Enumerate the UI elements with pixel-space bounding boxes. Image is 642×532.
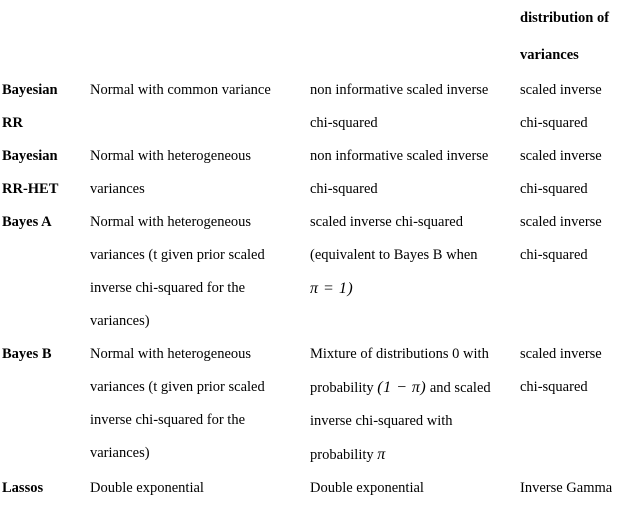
cell-variance-distribution: Inverse Gamma [520,472,635,505]
cell-prior-distribution: non informative scaled inverse chi-squar… [310,140,520,206]
cell-line: variances (t given prior scaled [90,379,265,395]
probability-label: probability [310,380,374,396]
cell-line: Normal with heterogeneous [90,346,252,362]
table-row-lassos: Lassos Double exponential Double exponen… [2,472,635,505]
cell-line: inverse chi-squared for the [90,280,246,296]
cell-line: Mixture of distributions 0 with [310,346,489,362]
table-page: distribution of variances Bayesian RR No… [0,0,642,532]
cell-line: variances) [90,445,150,461]
cell-line: chi-squared [520,247,588,263]
cell-line: Double exponential [90,480,204,496]
cell-line: scaled inverse chi-squared [310,214,463,230]
cell-line: chi-squared [520,115,588,131]
row-label-line: Bayesian [2,148,58,164]
row-label-bayesian-rr-het: Bayesian RR-HET [2,140,90,206]
header-line-2: variances [520,47,579,63]
row-label-lassos: Lassos [2,472,90,505]
cell-variance-distribution: scaled inverse chi-squared [520,338,635,472]
header-cell-variance-distribution: distribution of variances [520,0,635,74]
math-pi: π [377,446,386,463]
cell-line: non informative scaled inverse [310,148,489,164]
and-scaled-label: and scaled [429,380,491,396]
cell-line: chi-squared [520,379,588,395]
table-row-bayes-a: Bayes A Normal with heterogeneous varian… [2,206,635,338]
cell-line: chi-squared [310,181,378,197]
cell-line: Double exponential [310,480,424,496]
cell-line: variances [90,181,145,197]
cell-line: inverse chi-squared with [310,413,453,429]
row-label-bayes-b: Bayes B [2,338,90,472]
cell-line: chi-squared [520,181,588,197]
cell-prior-distribution: Double exponential [310,472,520,505]
math-one-minus-pi: (1 − π) [377,379,427,396]
cell-line-math: probability (1 − π) and scaled [310,371,520,405]
cell-line: inverse chi-squared for the [90,412,246,428]
row-label-line: RR [2,115,23,131]
cell-prior-distribution: scaled inverse chi-squared (equivalent t… [310,206,520,338]
cell-line: scaled inverse [520,346,602,362]
cell-data-distribution: Double exponential [90,472,310,505]
row-label-line: Bayesian [2,82,58,98]
cell-prior-distribution: non informative scaled inverse chi-squar… [310,74,520,140]
cell-line: scaled inverse [520,214,602,230]
math-pi-equals-one: π = 1) [310,280,354,297]
cell-line-math: probability π [310,438,520,472]
comparison-table: distribution of variances Bayesian RR No… [2,0,635,505]
header-line-1: distribution of [520,10,610,26]
row-label-bayes-a: Bayes A [2,206,90,338]
probability-label: probability [310,447,374,463]
header-cell-method [2,0,90,74]
cell-line: variances (t given prior scaled [90,247,265,263]
row-label-bayesian-rr: Bayesian RR [2,74,90,140]
cell-line: (equivalent to Bayes B when [310,247,478,263]
table-row-bayesian-rr: Bayesian RR Normal with common variance … [2,74,635,140]
row-label-line: Bayes A [2,214,52,230]
table-row-bayes-b: Bayes B Normal with heterogeneous varian… [2,338,635,472]
cell-line: variances) [90,313,150,329]
cell-line: chi-squared [310,115,378,131]
row-label-line: RR-HET [2,181,59,197]
row-label-line: Bayes B [2,346,52,362]
cell-line: Normal with heterogeneous [90,214,252,230]
cell-data-distribution: Normal with common variance [90,74,310,140]
cell-data-distribution: Normal with heterogeneous variances (t g… [90,338,310,472]
cell-line: Inverse Gamma [520,480,613,496]
cell-variance-distribution: scaled inverse chi-squared [520,74,635,140]
cell-line: scaled inverse [520,82,602,98]
table-row-bayesian-rr-het: Bayesian RR-HET Normal with heterogeneou… [2,140,635,206]
table-header-row: distribution of variances [2,0,635,74]
header-cell-data-distribution [90,0,310,74]
cell-line: Normal with heterogeneous [90,148,252,164]
cell-data-distribution: Normal with heterogeneous variances (t g… [90,206,310,338]
cell-line: non informative scaled inverse [310,82,489,98]
cell-line-math: π = 1) [310,272,520,306]
cell-data-distribution: Normal with heterogeneous variances [90,140,310,206]
cell-line: Normal with common variance [90,82,271,98]
cell-line: scaled inverse [520,148,602,164]
cell-prior-distribution: Mixture of distributions 0 with probabil… [310,338,520,472]
row-label-line: Lassos [2,480,44,496]
cell-variance-distribution: scaled inverse chi-squared [520,140,635,206]
cell-variance-distribution: scaled inverse chi-squared [520,206,635,338]
header-cell-prior-distribution [310,0,520,74]
